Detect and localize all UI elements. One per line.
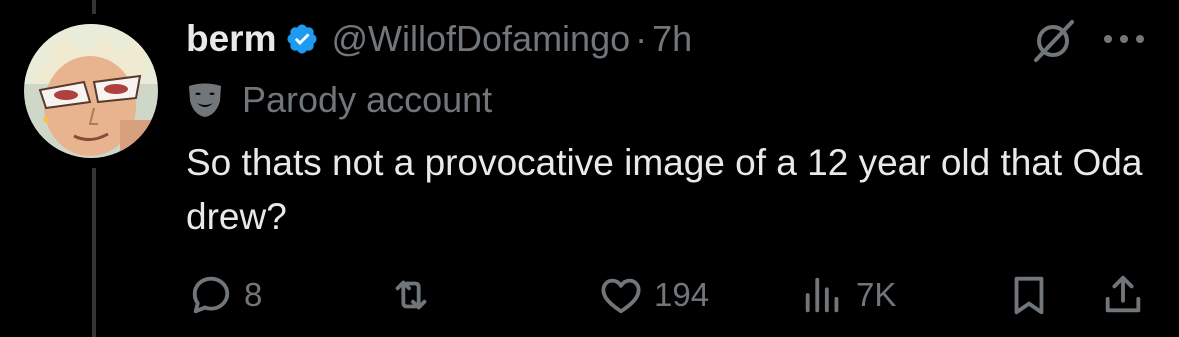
like-button[interactable]: 194: [598, 272, 709, 318]
bookmark-icon: [1014, 276, 1044, 315]
verified-badge-icon: [287, 24, 318, 54]
reply-button[interactable]: 8: [188, 272, 262, 318]
bookmark-button[interactable]: [1006, 272, 1052, 318]
tweet-text: So thats not a provocative image of a 12…: [186, 142, 1143, 237]
avatar-image: [24, 24, 158, 158]
like-count: 194: [654, 276, 710, 313]
mask-icon: [189, 83, 221, 117]
parody-label-text: Parody account: [242, 79, 493, 120]
grok-icon[interactable]: [1030, 18, 1076, 64]
views-count: 7K: [856, 276, 897, 313]
reply-icon: [192, 276, 230, 314]
more-icon[interactable]: [1102, 33, 1146, 45]
like-icon: [601, 278, 641, 314]
share-icon: [1105, 275, 1141, 313]
author-handle[interactable]: @WillofDofamingo: [331, 18, 630, 60]
avatar[interactable]: [24, 24, 158, 158]
views-button[interactable]: 7K: [800, 272, 896, 318]
tweet-header: berm @WillofDofamingo · 7h: [186, 14, 692, 64]
thread-line-bottom: [92, 168, 96, 337]
parody-label: Parody account: [186, 76, 492, 124]
views-icon: [805, 277, 839, 313]
tweet-timestamp[interactable]: 7h: [652, 18, 692, 60]
author-name[interactable]: berm: [186, 18, 276, 60]
repost-button[interactable]: [388, 272, 444, 318]
thread-line-top: [92, 0, 96, 14]
reply-count: 8: [244, 276, 263, 313]
separator-dot: ·: [635, 18, 648, 59]
repost-icon: [395, 280, 427, 310]
share-button[interactable]: [1100, 272, 1146, 318]
